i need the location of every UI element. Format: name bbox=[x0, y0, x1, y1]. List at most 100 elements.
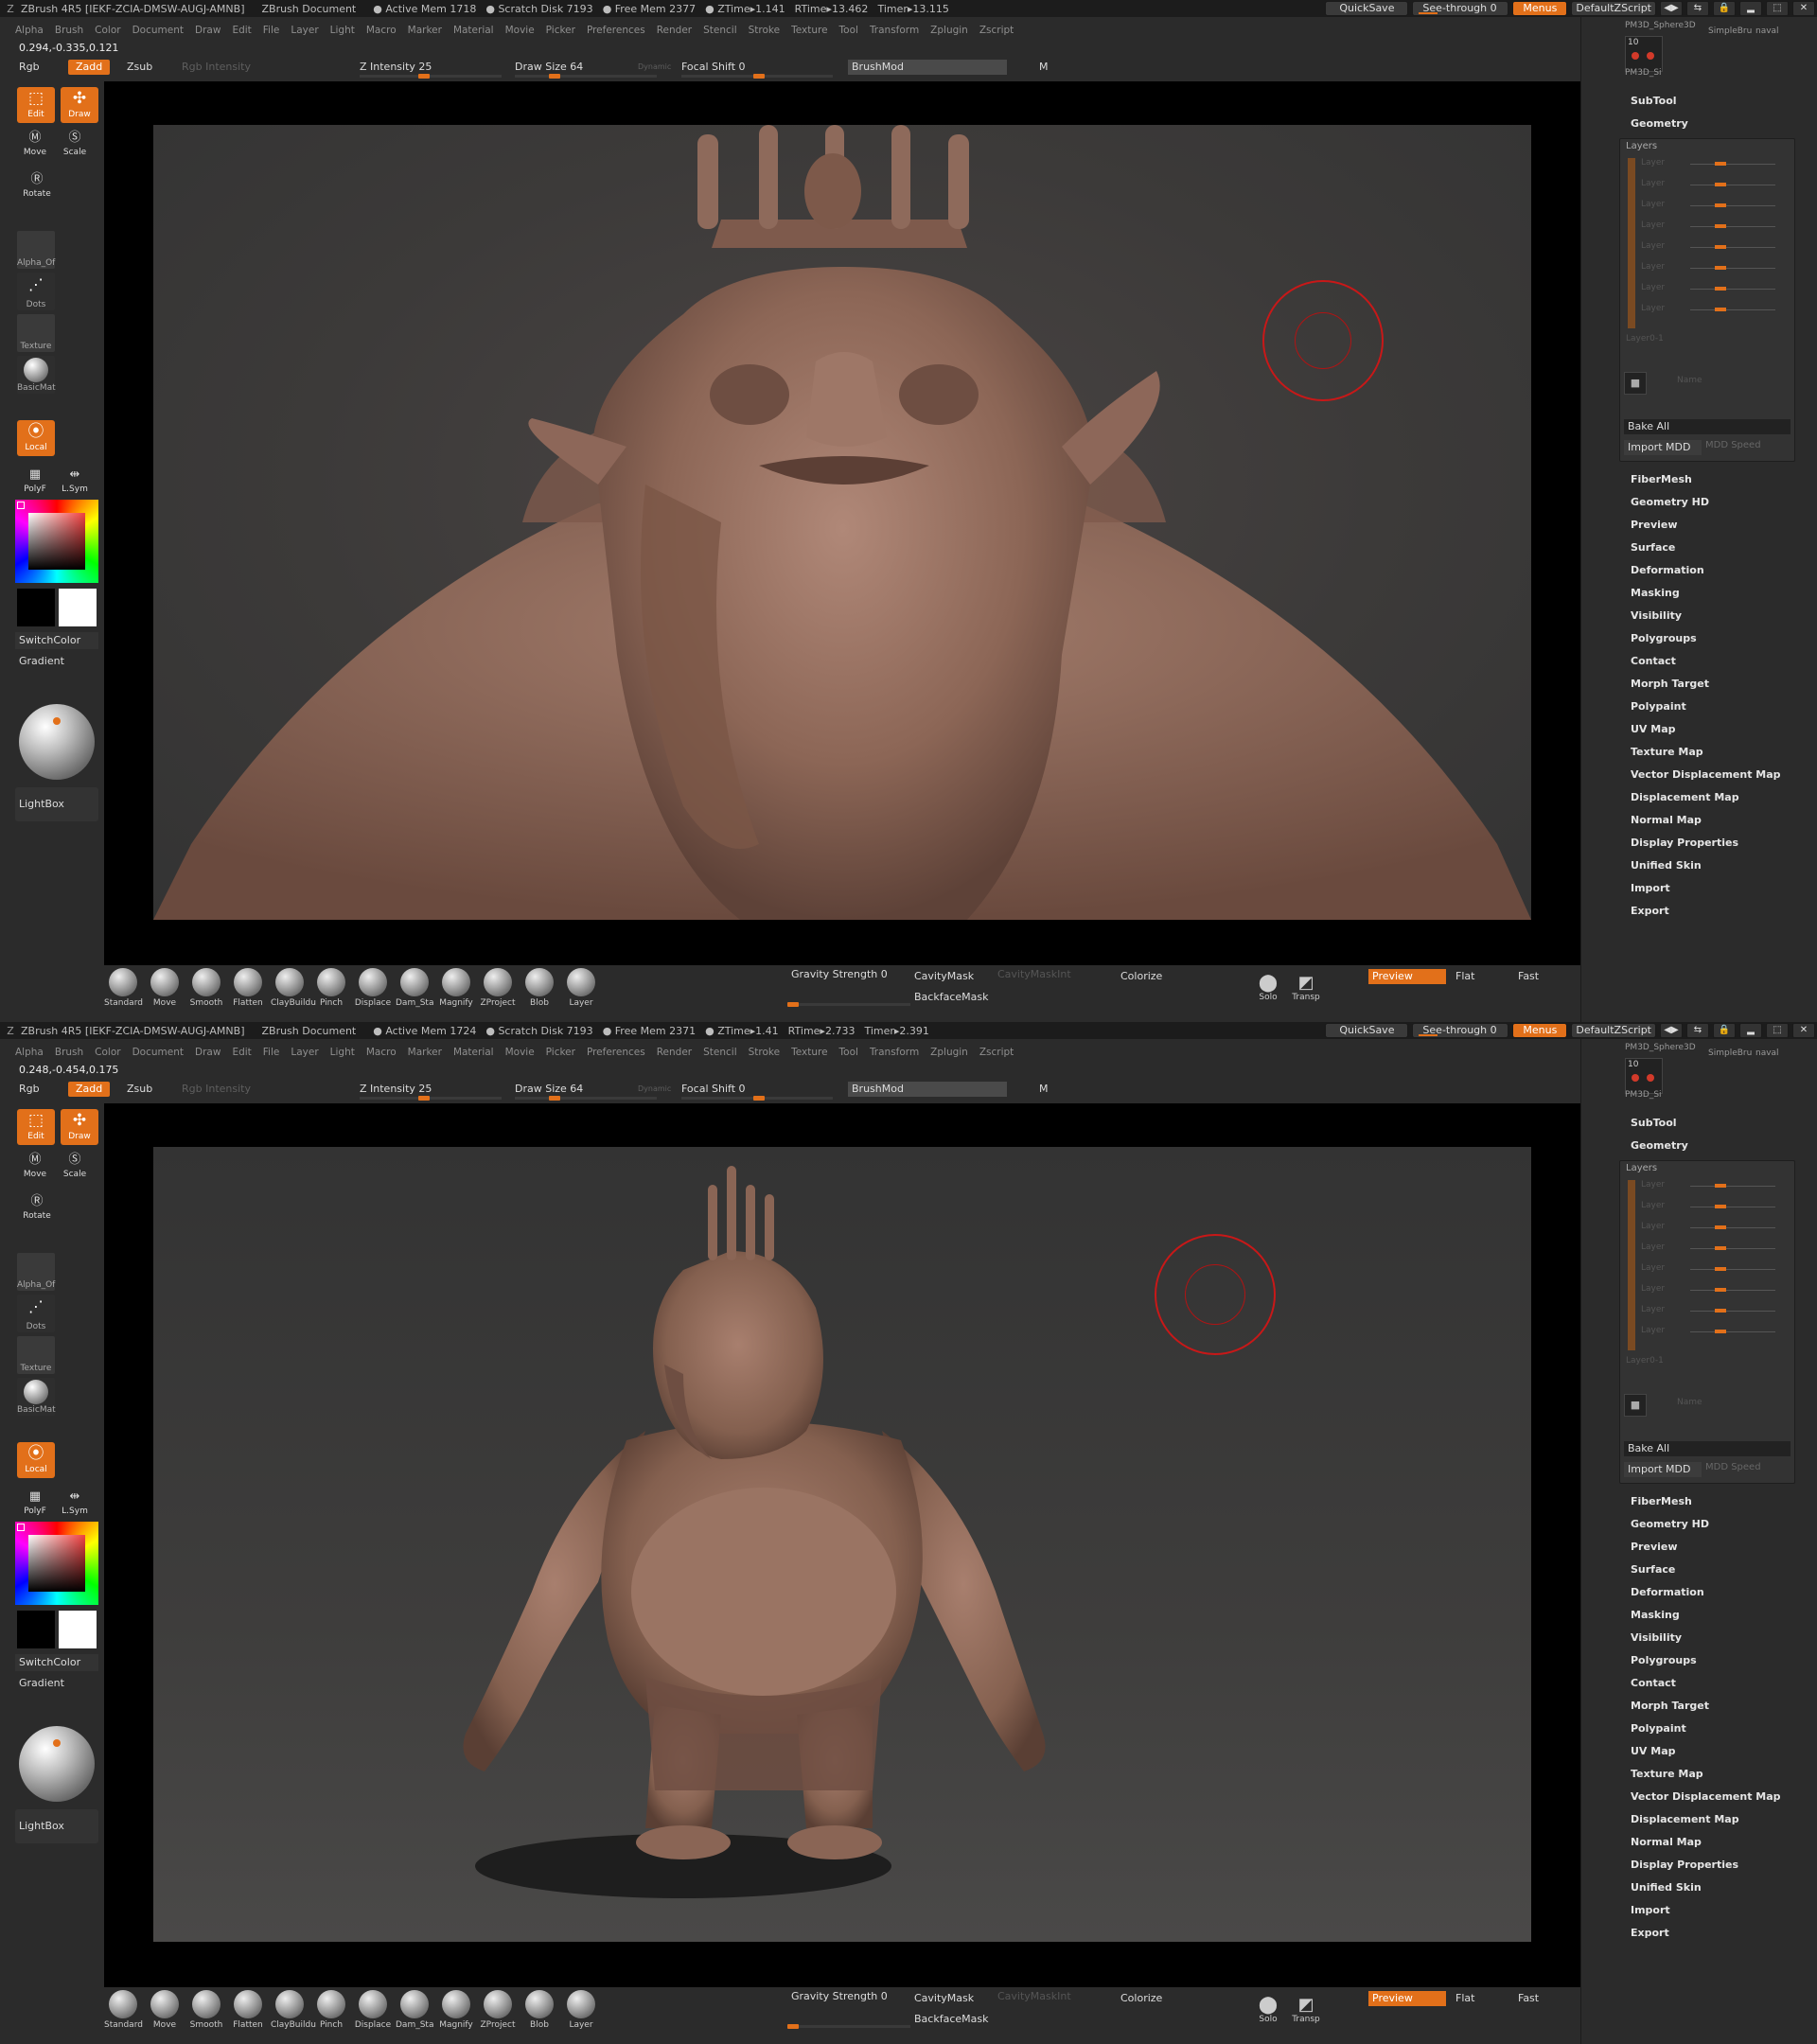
switchcolor-button[interactable]: SwitchColor bbox=[15, 632, 98, 649]
cavitymask-toggle[interactable]: CavityMask bbox=[914, 970, 974, 982]
menu-stencil[interactable]: Stencil bbox=[703, 1047, 737, 1058]
tool-thumb-label-2[interactable]: SimpleBru bbox=[1708, 1048, 1752, 1058]
menu-document[interactable]: Document bbox=[132, 25, 184, 36]
colorize-toggle[interactable]: Colorize bbox=[1120, 1992, 1162, 2004]
fast-button[interactable]: Fast bbox=[1518, 970, 1539, 982]
brush-standard[interactable]: Standard bbox=[104, 968, 143, 1013]
menu-macro[interactable]: Macro bbox=[366, 1047, 397, 1058]
flat-button[interactable]: Flat bbox=[1455, 970, 1474, 982]
layer-row[interactable]: Layer bbox=[1641, 1284, 1783, 1295]
gravity-track[interactable] bbox=[787, 1002, 910, 1007]
layers-header[interactable]: Layers bbox=[1626, 1163, 1657, 1173]
menu-material[interactable]: Material bbox=[453, 1047, 494, 1058]
brush-magnify[interactable]: Magnify bbox=[437, 1990, 475, 2035]
draw-button[interactable]: ✣ Draw bbox=[61, 87, 98, 123]
brush-claybuildup[interactable]: ClayBuildu bbox=[271, 968, 316, 1013]
focal-shift-track[interactable] bbox=[681, 1096, 833, 1101]
switchcolor-button[interactable]: SwitchColor bbox=[15, 1654, 98, 1671]
texture-map-menu[interactable]: Texture Map bbox=[1631, 746, 1703, 758]
brush-zproject[interactable]: ZProject bbox=[479, 1990, 517, 2035]
layer-row[interactable]: Layer bbox=[1641, 158, 1783, 169]
subtool-thumbnail[interactable]: 10 bbox=[1625, 1058, 1663, 1094]
morph-target-menu[interactable]: Morph Target bbox=[1631, 678, 1709, 690]
tool-thumb-label-1[interactable]: PM3D_Sphere3D bbox=[1625, 1043, 1696, 1052]
minimize-icon[interactable]: ▂ bbox=[1739, 1023, 1762, 1038]
menu-zplugin[interactable]: Zplugin bbox=[930, 25, 968, 36]
focal-shift-slider[interactable]: Focal Shift 0 bbox=[681, 1082, 746, 1097]
see-through-slider[interactable]: See-through 0 bbox=[1412, 1023, 1509, 1038]
menus-button[interactable]: Menus bbox=[1512, 1, 1568, 16]
brush-flatten[interactable]: Flatten bbox=[229, 1990, 267, 2035]
menu-preferences[interactable]: Preferences bbox=[587, 25, 645, 36]
color-square[interactable] bbox=[28, 1535, 85, 1592]
mdd-speed-slider[interactable]: MDD Speed bbox=[1705, 1462, 1761, 1472]
m-button[interactable]: M bbox=[1039, 1082, 1049, 1097]
light-position-dot[interactable] bbox=[53, 717, 61, 725]
menu-alpha[interactable]: Alpha bbox=[15, 25, 44, 36]
layer-row[interactable]: Layer bbox=[1641, 1222, 1783, 1233]
layer-row[interactable]: Layer bbox=[1641, 241, 1783, 253]
display-properties-menu[interactable]: Display Properties bbox=[1631, 837, 1738, 849]
vector-displacement-map-menu[interactable]: Vector Displacement Map bbox=[1631, 1790, 1781, 1803]
layer-row[interactable]: Layer bbox=[1641, 1201, 1783, 1212]
menus-button[interactable]: Menus bbox=[1512, 1023, 1568, 1038]
draw-button[interactable]: ✣ Draw bbox=[61, 1109, 98, 1145]
menu-render[interactable]: Render bbox=[657, 25, 692, 36]
brush-claybuildup[interactable]: ClayBuildu bbox=[271, 1990, 316, 2035]
normal-map-menu[interactable]: Normal Map bbox=[1631, 814, 1702, 826]
z-intensity-slider[interactable]: Z Intensity 25 bbox=[360, 1082, 432, 1097]
subtool-menu[interactable]: SubTool bbox=[1631, 95, 1677, 107]
alpha-selector[interactable]: Alpha_Of bbox=[17, 1253, 55, 1291]
preview-button[interactable]: Preview bbox=[1368, 969, 1446, 984]
solo-button[interactable]: ⬤ Solo bbox=[1249, 973, 1287, 1018]
scale-button[interactable]: Ⓢ Scale bbox=[59, 129, 91, 161]
backfacemask-toggle[interactable]: BackfaceMask bbox=[914, 2013, 988, 2025]
lightbox-button[interactable]: LightBox bbox=[15, 787, 98, 821]
layer-index-slider[interactable]: Layer0-1 bbox=[1626, 1356, 1664, 1366]
menu-file[interactable]: File bbox=[263, 1047, 280, 1058]
deformation-menu[interactable]: Deformation bbox=[1631, 564, 1704, 576]
scale-button[interactable]: Ⓢ Scale bbox=[59, 1151, 91, 1183]
menu-transform[interactable]: Transform bbox=[870, 25, 919, 36]
masking-menu[interactable]: Masking bbox=[1631, 1609, 1680, 1621]
menu-document[interactable]: Document bbox=[132, 1047, 184, 1058]
focal-shift-slider[interactable]: Focal Shift 0 bbox=[681, 60, 746, 75]
layer-row[interactable]: Layer bbox=[1641, 1326, 1783, 1337]
menu-file[interactable]: File bbox=[263, 25, 280, 36]
menu-alpha[interactable]: Alpha bbox=[15, 1047, 44, 1058]
see-through-slider[interactable]: See-through 0 bbox=[1412, 1, 1509, 16]
menu-texture[interactable]: Texture bbox=[791, 25, 827, 36]
draw-size-slider[interactable]: Draw Size 64 bbox=[515, 1082, 583, 1097]
brush-blob[interactable]: Blob bbox=[520, 1990, 558, 2035]
menu-draw[interactable]: Draw bbox=[195, 1047, 221, 1058]
expand-icon[interactable]: ◀▶ bbox=[1660, 1, 1683, 16]
tool-thumb-label-1[interactable]: PM3D_Sphere3D bbox=[1625, 21, 1696, 30]
close-icon[interactable]: ✕ bbox=[1792, 1023, 1815, 1038]
layer-row-handle[interactable] bbox=[1715, 1225, 1726, 1229]
surface-menu[interactable]: Surface bbox=[1631, 541, 1675, 554]
brush-blob[interactable]: Blob bbox=[520, 968, 558, 1013]
menu-edit[interactable]: Edit bbox=[232, 25, 251, 36]
solo-button[interactable]: ⬤ Solo bbox=[1249, 1995, 1287, 2040]
fibermesh-menu[interactable]: FiberMesh bbox=[1631, 473, 1692, 485]
focal-shift-handle[interactable] bbox=[753, 74, 765, 79]
swap-icon[interactable]: ⇆ bbox=[1686, 1023, 1709, 1038]
menu-preferences[interactable]: Preferences bbox=[587, 1047, 645, 1058]
brush-move[interactable]: Move bbox=[146, 1990, 184, 2035]
polygroups-menu[interactable]: Polygroups bbox=[1631, 1654, 1697, 1666]
layer-name-button[interactable]: Name bbox=[1677, 1398, 1702, 1407]
subtool-thumbnail[interactable]: 10 bbox=[1625, 36, 1663, 72]
preview-menu[interactable]: Preview bbox=[1631, 1541, 1678, 1553]
rgb-button[interactable]: Rgb bbox=[19, 60, 40, 75]
menu-macro[interactable]: Macro bbox=[366, 25, 397, 36]
lock-icon[interactable]: 🔒 bbox=[1713, 1023, 1736, 1038]
layer-row-handle[interactable] bbox=[1715, 224, 1726, 228]
light-position-dot[interactable] bbox=[53, 1739, 61, 1747]
z-intensity-handle[interactable] bbox=[418, 1096, 430, 1101]
canvas-viewport[interactable] bbox=[153, 125, 1531, 920]
brushmod-slider[interactable]: BrushMod bbox=[848, 60, 1007, 75]
bake-all-button[interactable]: Bake All bbox=[1624, 1441, 1791, 1456]
layer-row[interactable]: Layer bbox=[1641, 179, 1783, 190]
zadd-button[interactable]: Zadd bbox=[68, 1082, 111, 1097]
brushmod-slider[interactable]: BrushMod bbox=[848, 1082, 1007, 1097]
